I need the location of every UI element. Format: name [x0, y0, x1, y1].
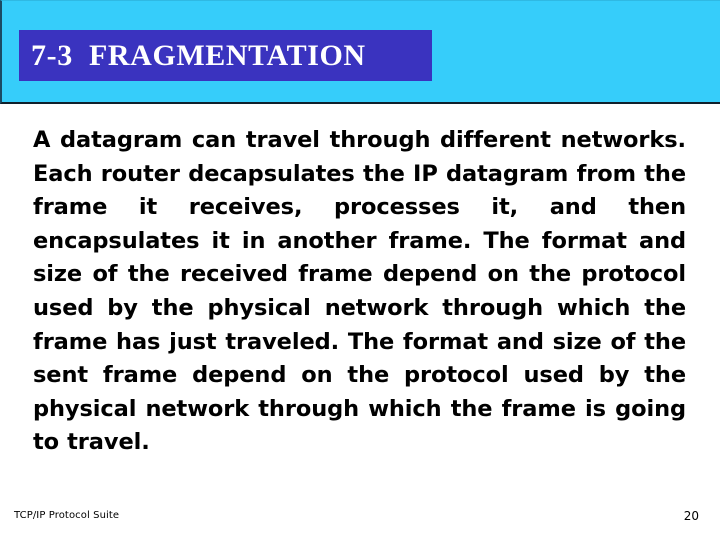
footer-source-label: TCP/IP Protocol Suite [14, 510, 120, 521]
slide-body-region: A datagram can travel through different … [0, 104, 720, 484]
slide-body-paragraph: A datagram can travel through different … [33, 127, 686, 456]
slide-header-banner: 7-3 FRAGMENTATION [0, 0, 720, 104]
slide-title-text: 7-3 FRAGMENTATION [31, 38, 366, 72]
slide-title-box: 7-3 FRAGMENTATION [19, 30, 432, 81]
footer-page-number: 20 [683, 509, 699, 523]
slide-footer: TCP/IP Protocol Suite 20 [0, 500, 720, 540]
